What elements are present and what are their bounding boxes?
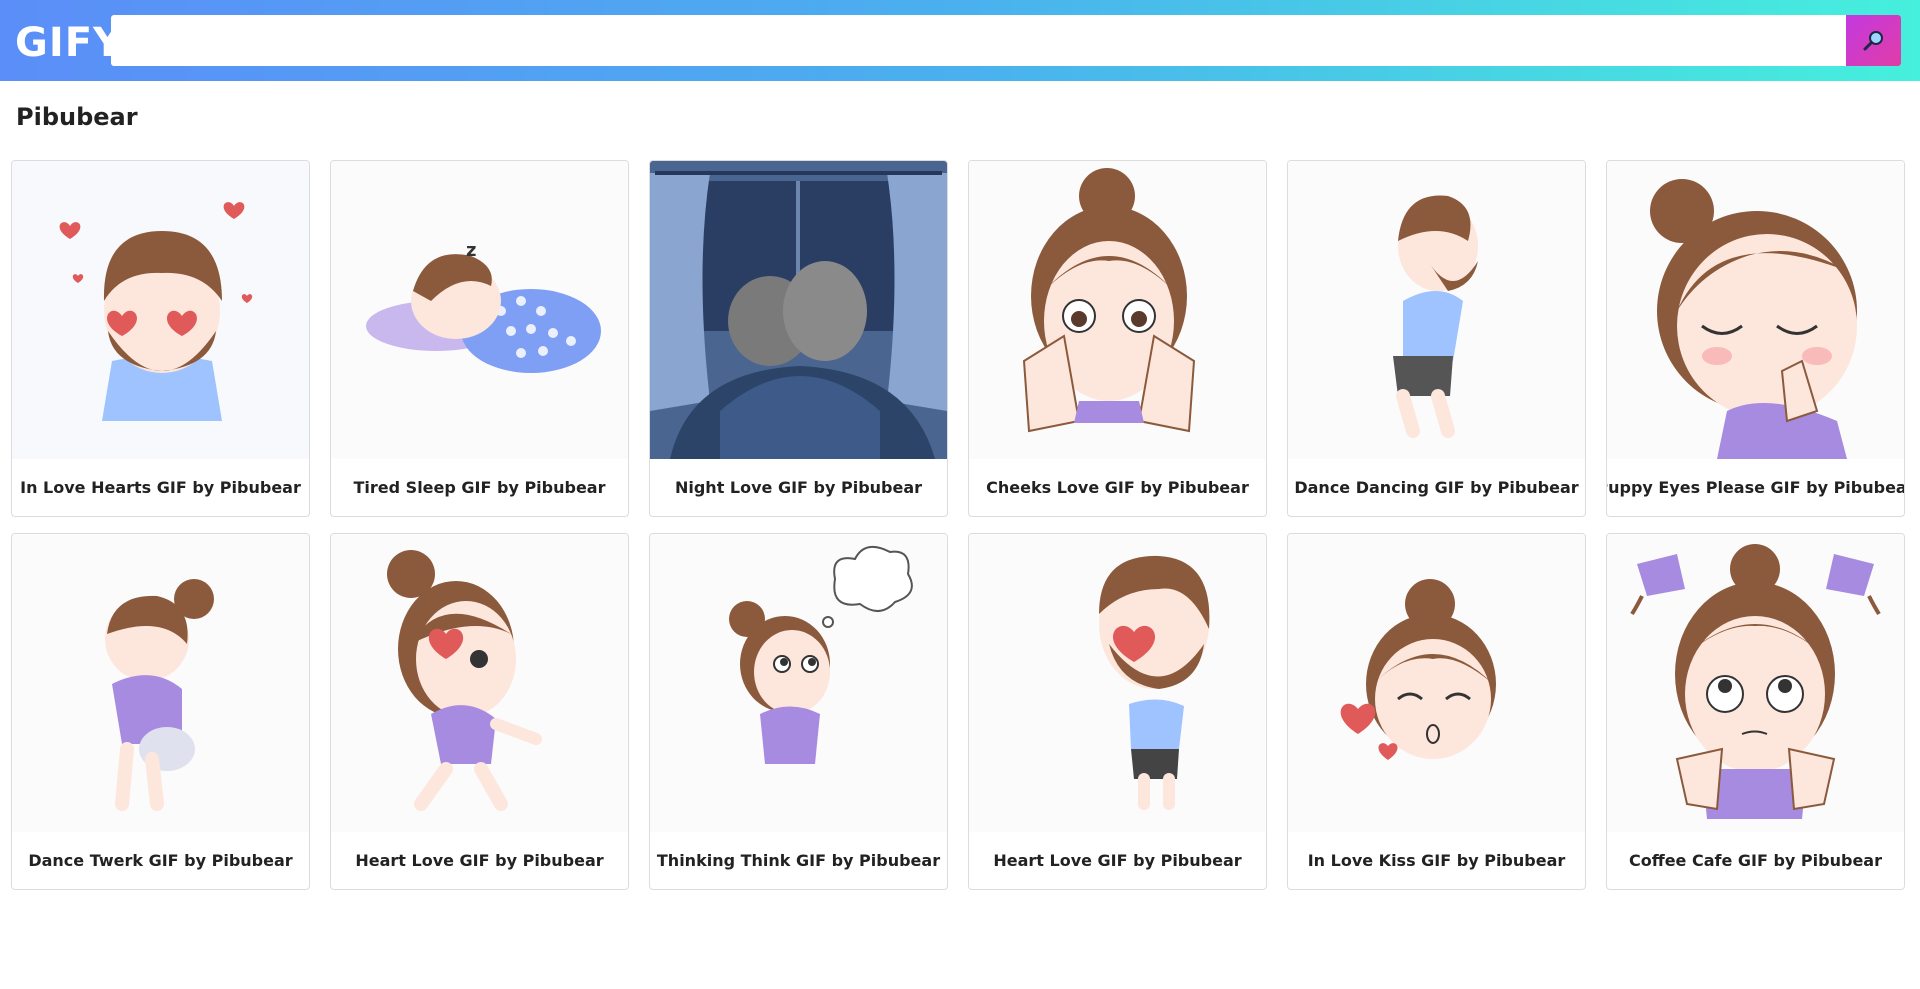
gif-thumbnail xyxy=(1288,161,1585,459)
girl-think-image xyxy=(650,534,947,832)
gif-card[interactable]: Heart Love GIF by Pibubear xyxy=(330,533,629,890)
gif-grid: In Love Hearts GIF by Pibubear z Tired S… xyxy=(11,160,1909,890)
gif-thumbnail xyxy=(12,534,309,832)
gif-title: Cheeks Love GIF by Pibubear xyxy=(986,478,1249,497)
gif-card[interactable]: Cheeks Love GIF by Pibubear xyxy=(968,160,1267,517)
gif-title: In Love Hearts GIF by Pibubear xyxy=(20,478,301,497)
girl-please-image xyxy=(1607,161,1904,459)
gif-title: In Love Kiss GIF by Pibubear xyxy=(1307,851,1566,870)
girl-cheeks-image xyxy=(969,161,1266,459)
gif-card[interactable]: In Love Hearts GIF by Pibubear xyxy=(11,160,310,517)
gif-thumbnail xyxy=(969,534,1266,832)
gif-title: Tired Sleep GIF by Pibubear xyxy=(353,478,606,497)
search-button[interactable] xyxy=(1846,15,1901,66)
magnifier-icon xyxy=(1863,30,1883,50)
gif-card[interactable]: Dance Dancing GIF by Pibubear xyxy=(1287,160,1586,517)
girl-kiss-image xyxy=(1288,534,1585,832)
gif-thumbnail xyxy=(650,534,947,832)
bear-sleep-image: z xyxy=(331,161,628,459)
gif-title: Coffee Cafe GIF by Pibubear xyxy=(1629,851,1882,870)
gif-card[interactable]: In Love Kiss GIF by Pibubear xyxy=(1287,533,1586,890)
gif-card[interactable]: Thinking Think GIF by Pibubear xyxy=(649,533,948,890)
gif-thumbnail xyxy=(1288,534,1585,832)
gif-title: Heart Love GIF by Pibubear xyxy=(993,851,1242,870)
gif-card[interactable]: Coffee Cafe GIF by Pibubear xyxy=(1606,533,1905,890)
couple-window-image xyxy=(650,161,947,459)
top-header: GIFY xyxy=(0,0,1920,81)
search-input[interactable] xyxy=(111,15,1846,66)
page-title: Pibubear xyxy=(16,103,138,131)
gif-card[interactable]: z Tired Sleep GIF by Pibubear xyxy=(330,160,629,517)
gif-card[interactable]: Night Love GIF by Pibubear xyxy=(649,160,948,517)
gif-thumbnail xyxy=(331,534,628,832)
gif-thumbnail xyxy=(12,161,309,459)
gif-card[interactable]: Heart Love GIF by Pibubear xyxy=(968,533,1267,890)
girl-coffee-image xyxy=(1607,534,1904,832)
bear-hearts-image xyxy=(12,161,309,459)
gif-title: Heart Love GIF by Pibubear xyxy=(355,851,604,870)
girl-heart-image xyxy=(331,534,628,832)
search-bar xyxy=(111,15,1901,66)
svg-text:z: z xyxy=(466,240,476,261)
gif-thumbnail xyxy=(1607,161,1904,459)
gif-thumbnail xyxy=(969,161,1266,459)
gif-title: Puppy Eyes Please GIF by Pibubear xyxy=(1606,478,1905,497)
gif-title: Dance Twerk GIF by Pibubear xyxy=(28,851,293,870)
gif-title: Night Love GIF by Pibubear xyxy=(674,478,923,497)
girl-twerk-image xyxy=(12,534,309,832)
bear-dance-image xyxy=(1288,161,1585,459)
gif-thumbnail xyxy=(650,161,947,459)
gif-card[interactable]: Dance Twerk GIF by Pibubear xyxy=(11,533,310,890)
gif-title: Dance Dancing GIF by Pibubear xyxy=(1294,478,1579,497)
gify-logo[interactable]: GIFY xyxy=(15,20,123,66)
gif-title: Thinking Think GIF by Pibubear xyxy=(656,851,941,870)
gif-thumbnail: z xyxy=(331,161,628,459)
gif-card[interactable]: Puppy Eyes Please GIF by Pibubear xyxy=(1606,160,1905,517)
gif-thumbnail xyxy=(1607,534,1904,832)
bear-heart-image xyxy=(969,534,1266,832)
